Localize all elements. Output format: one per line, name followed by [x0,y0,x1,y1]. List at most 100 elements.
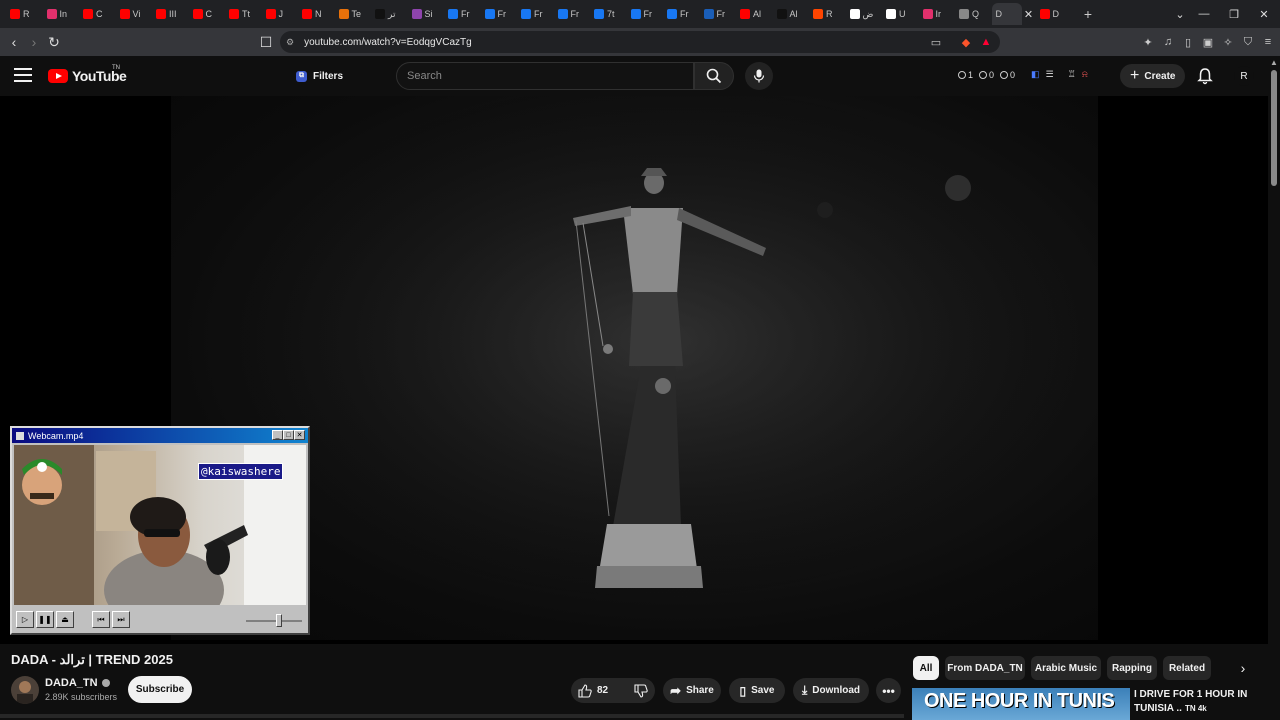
guide-menu-icon[interactable] [14,68,32,84]
browser-tab[interactable]: Q [955,3,992,25]
download-button[interactable]: ⤓ Download [793,678,869,703]
browser-tab[interactable]: Ir [919,3,956,25]
scroll-thumb[interactable] [1271,70,1277,186]
more-actions-button[interactable]: ••• [876,678,901,703]
browser-tab[interactable]: تر [371,3,408,25]
sidebar-icon[interactable]: ▯ [1180,34,1196,50]
menu-icon[interactable]: ≡ [1260,34,1276,50]
browser-tab[interactable]: Si [408,3,445,25]
tab-label: ض [862,8,874,19]
recommendation-thumbnail[interactable]: ONE HOUR IN TUNIS [912,688,1130,720]
tab-active[interactable]: D [991,3,1022,25]
create-button[interactable]: + Create [1120,64,1186,88]
search-button[interactable] [694,62,734,90]
like-button[interactable]: 82 [570,678,616,703]
browser-tab[interactable]: Al [773,3,810,25]
browser-tab[interactable]: Fr [444,3,481,25]
browser-tab[interactable]: In [43,3,80,25]
forward-icon[interactable]: › [24,32,44,52]
page-scrollbar[interactable]: ▲ [1268,56,1280,720]
browser-tab[interactable]: Tt [225,3,262,25]
chip-arabic-music[interactable]: Arabic Music [1031,656,1101,680]
site-info-icon[interactable]: ⚙ [286,37,294,48]
browser-tab[interactable]: Fr [481,3,518,25]
browser-tab[interactable]: III [152,3,189,25]
trophy-icon[interactable]: ♖ [1068,69,1076,80]
save-button[interactable]: ▯ Save [729,678,785,703]
notifications-bell-icon[interactable] [1196,67,1214,85]
browser-tab[interactable]: U [882,3,919,25]
vpn-icon[interactable]: ⛉ [1240,34,1256,50]
voice-search-button[interactable] [745,62,773,90]
browser-tab[interactable]: Vi [116,3,153,25]
search-input[interactable]: Search [396,62,694,90]
reload-icon[interactable]: ↻ [44,32,64,52]
browser-tab[interactable]: Te [335,3,372,25]
list-icon[interactable]: ☰ [1046,69,1054,80]
webcam-minimize-icon: _ [272,430,283,440]
wallet-icon[interactable]: ▣ [1200,34,1216,50]
cast-icon[interactable]: ▭ [928,34,944,50]
tab-next[interactable]: D [1036,3,1073,25]
browser-tab[interactable]: Fr [517,3,554,25]
minimize-icon[interactable]: — [1190,0,1218,28]
tab-favicon [557,9,568,19]
webcam-controls: ▷ ❚❚ ⏏ ⏮ ⏭ [14,609,306,631]
share-button[interactable]: ➦ Share [663,678,721,703]
leo-icon[interactable]: ✧ [1220,34,1236,50]
tab-favicon [594,9,604,19]
browser-tab[interactable]: R [809,3,846,25]
chip-from-channel[interactable]: From DADA_TN [945,656,1025,680]
thumbs-up-icon [578,683,592,698]
new-tab-icon[interactable]: + [1078,3,1098,25]
stat-c: 0 [1000,70,1015,80]
recommendation-title[interactable]: I DRIVE FOR 1 HOUR IN TUNISIA .. TN 4k [1134,688,1254,716]
browser-tab[interactable]: Fr [700,3,737,25]
browser-tab[interactable]: N [298,3,335,25]
close-tab-icon[interactable]: ✕ [1022,3,1036,25]
microphone-icon [753,69,765,83]
chip-all[interactable]: All [913,656,939,680]
channel-name[interactable]: DADA_TN [45,677,98,689]
account-avatar[interactable]: R [1234,66,1254,86]
tab-label: Fr [497,9,507,19]
download-label: Download [812,685,861,696]
window-close-icon[interactable]: ✕ [1250,0,1278,28]
chip-related[interactable]: Related [1163,656,1211,680]
brave-shield-icon[interactable]: ◆ [958,34,974,50]
back-icon[interactable]: ‹ [4,32,24,52]
video-frame[interactable] [171,96,1098,640]
browser-tab[interactable]: Al [736,3,773,25]
browser-tab[interactable]: C [189,3,226,25]
brave-rewards-icon[interactable]: ▲ [978,34,994,50]
address-bar[interactable]: ⚙ youtube.com/watch?v=EodqgVCazTg [280,31,1000,53]
bookmark-icon[interactable]: ☐ [256,32,276,52]
browser-tab[interactable]: ض [846,3,883,25]
browser-tab[interactable]: R [6,3,43,25]
extensions-icon[interactable]: ✦ [1140,34,1156,50]
video-content-image [171,96,1098,640]
subscribe-button[interactable]: Subscribe [128,676,192,703]
filters-button[interactable]: ⧉ Filters [288,64,351,88]
browser-tab[interactable]: C [79,3,116,25]
youtube-logo[interactable]: YouTube TN [48,65,127,84]
webcam-volume-knob [276,614,282,627]
extension-icon[interactable]: ◧ [1031,69,1040,80]
channel-avatar[interactable] [11,676,39,704]
stat-b: 0 [979,70,994,80]
browser-tab[interactable]: Fr [663,3,700,25]
tab-label: Ir [935,9,942,19]
browser-tab[interactable]: J [262,3,299,25]
restore-icon[interactable]: ❐ [1220,0,1248,28]
chevron-right-icon[interactable]: › [1232,657,1254,679]
media-icon[interactable]: ♫ [1160,34,1176,50]
notification-off-icon[interactable]: ⍾ [1082,69,1088,80]
channel-name-row[interactable]: DADA_TN [45,677,110,689]
dislike-button[interactable] [626,678,656,703]
browser-tab[interactable]: Fr [627,3,664,25]
browser-tab[interactable]: 7t [590,3,627,25]
webcam-video: @kaiswashere [14,445,306,605]
scroll-up-icon[interactable]: ▲ [1270,58,1278,67]
chip-rapping[interactable]: Rapping [1107,656,1157,680]
browser-tab[interactable]: Fr [554,3,591,25]
